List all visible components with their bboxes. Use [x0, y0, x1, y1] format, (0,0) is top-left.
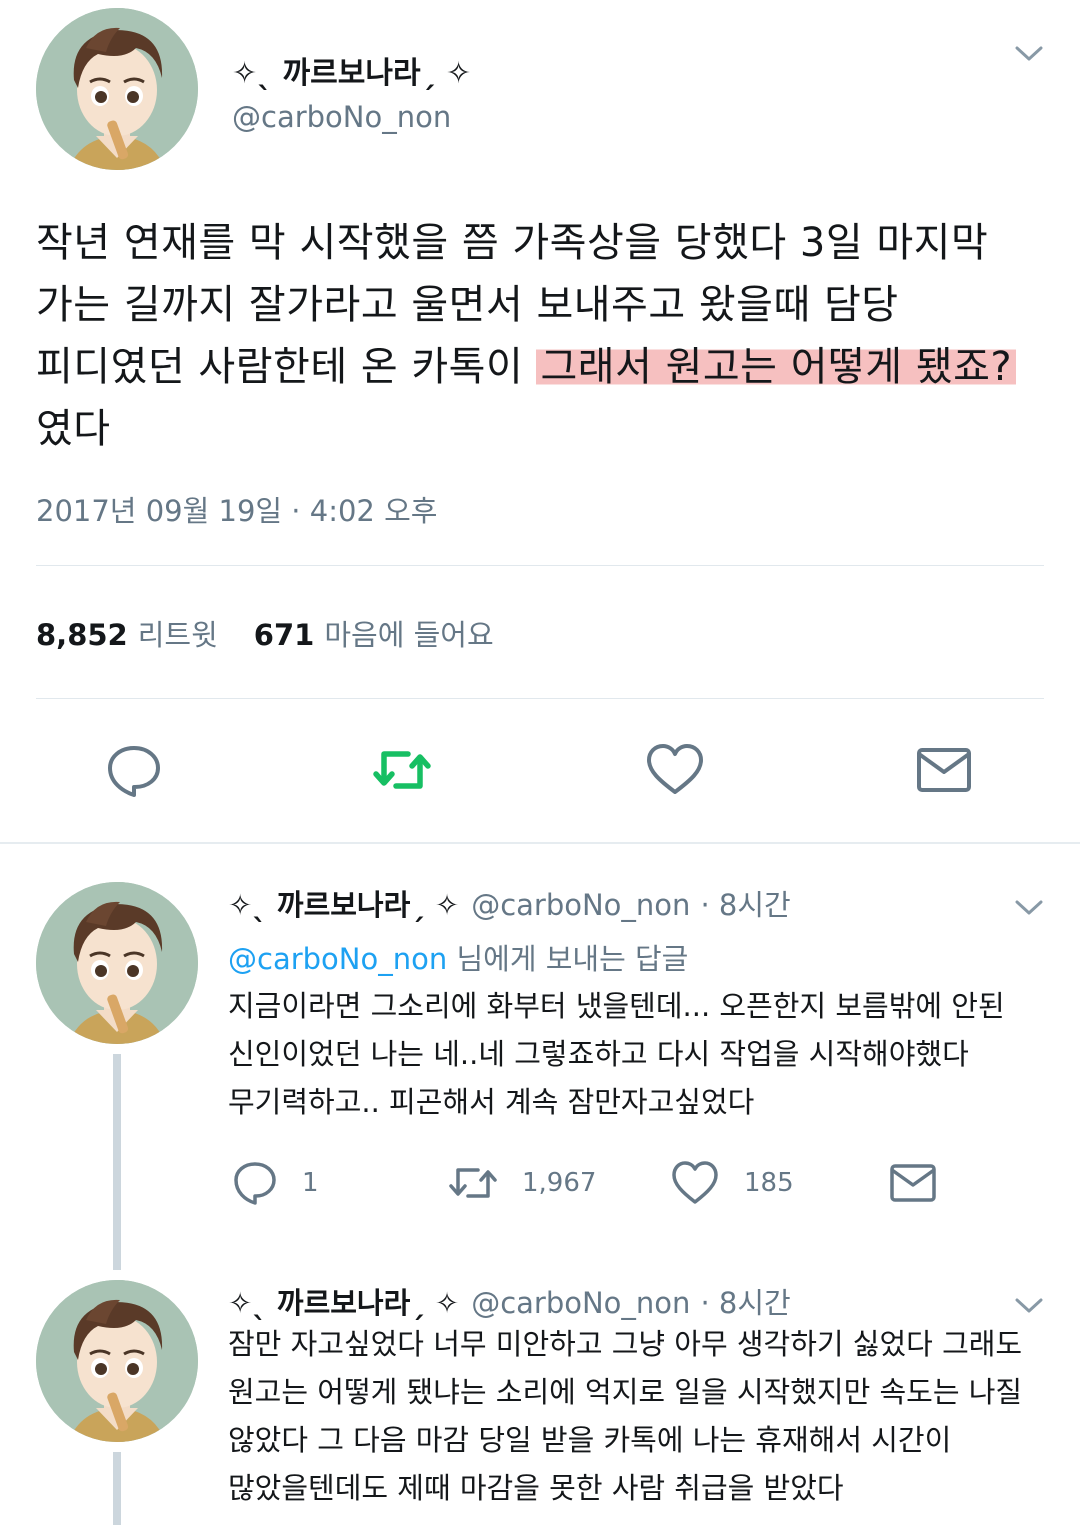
tweet-timestamp[interactable]: 2017년 09월 19일 · 4:02 오후 — [36, 488, 437, 530]
reply-text-line: 무기력하고.. 피곤해서 계속 잠만자고싶었다 — [228, 1085, 755, 1119]
display-name[interactable]: ✧ˎ 까르보나라ˏ ✧ — [228, 1286, 459, 1320]
divider — [36, 565, 1044, 566]
envelope-icon[interactable] — [914, 740, 974, 800]
tweet-stats: 8,852 리트윗 671 마음에 들어요 — [36, 612, 494, 654]
chevron-down-icon[interactable] — [1014, 898, 1044, 918]
user-handle[interactable]: @carboNo_non — [471, 888, 690, 922]
avatar[interactable] — [36, 8, 198, 170]
retweet-label[interactable]: 리트윗 — [138, 618, 218, 652]
avatar[interactable] — [36, 1280, 198, 1442]
user-handle[interactable]: @carboNo_non — [232, 100, 451, 134]
heart-icon[interactable] — [670, 1158, 720, 1208]
reply-header: ✧ˎ 까르보나라ˏ ✧ @carboNo_non · 8시간 — [228, 882, 791, 924]
reply-time[interactable]: · 8시간 — [700, 1286, 790, 1320]
tweet-text: 작년 연재를 막 시작했을 쯤 가족상을 당했다 3일 마지막 가는 길까지 잘… — [36, 212, 1046, 460]
reply-count[interactable]: 1 — [302, 1168, 319, 1198]
thread-line — [113, 1452, 121, 1525]
section-separator — [0, 842, 1080, 844]
like-label[interactable]: 마음에 들어요 — [324, 618, 493, 652]
tweet-text-line: 가는 길까지 잘가라고 울면서 보내주고 왔을때 담당 — [36, 282, 899, 328]
tweet-text-segment: 피디였던 사람한테 온 카톡이 — [36, 344, 537, 390]
reply-text-line: 원고는 어떻게 됐냐는 소리에 억지로 일을 시작했지만 속도는 나질 — [228, 1375, 1023, 1409]
main-tweet: ✧ˎ 까르보나라ˏ ✧ @carboNo_non 작년 연재를 막 시작했을 쯤… — [0, 0, 1080, 842]
reply-text: 잠만 자고싶었다 너무 미안하고 그냥 아무 생각하기 싫었다 그래도 원고는 … — [228, 1320, 1028, 1512]
tweet-text-line: 작년 연재를 막 시작했을 쯤 가족상을 당했다 3일 마지막 — [36, 220, 989, 266]
display-name[interactable]: ✧ˎ 까르보나라ˏ ✧ — [228, 888, 459, 922]
reply-bubble-icon[interactable] — [230, 1158, 280, 1208]
avatar-image — [36, 1280, 198, 1442]
heart-icon[interactable] — [645, 740, 705, 800]
reply-text-line: 잠만 자고싶었다 너무 미안하고 그냥 아무 생각하기 싫었다 그래도 — [228, 1327, 1023, 1361]
tweet-text-line: 였다 — [36, 406, 111, 452]
avatar-image — [36, 882, 198, 1044]
mention-link[interactable]: @carboNo_non — [228, 942, 447, 976]
reply-text-line: 지금이라면 그소리에 화부터 냈을텐데... 오픈한지 보름밖에 안된 — [228, 989, 1005, 1023]
user-handle[interactable]: @carboNo_non — [471, 1286, 690, 1320]
retweet-count[interactable]: 1,967 — [522, 1168, 596, 1198]
reply-bubble-icon[interactable] — [104, 740, 164, 800]
divider — [36, 698, 1044, 699]
avatar[interactable] — [36, 882, 198, 1044]
avatar-image — [36, 8, 198, 170]
reply-text-line: 많았을텐데도 제때 마감을 못한 사람 취급을 받았다 — [228, 1471, 844, 1505]
envelope-icon[interactable] — [888, 1158, 938, 1208]
retweet-icon[interactable] — [448, 1158, 498, 1208]
retweet-icon[interactable] — [372, 740, 432, 800]
thread-line — [113, 1054, 121, 1270]
reply-to-label: 님에게 보내는 답글 — [447, 942, 689, 976]
tweet-text-line: 피디였던 사람한테 온 카톡이 그래서 원고는 어떻게 됐죠? — [36, 336, 1046, 398]
display-name[interactable]: ✧ˎ 까르보나라ˏ ✧ — [232, 48, 471, 92]
reply-text-line: 신인이었던 나는 네..네 그렇죠하고 다시 작업을 시작해야했다 — [228, 1037, 969, 1071]
reply-to-line: @carboNo_non 님에게 보내는 답글 — [228, 936, 688, 978]
like-count[interactable]: 185 — [744, 1168, 794, 1198]
reply-time[interactable]: · 8시간 — [700, 888, 790, 922]
chevron-down-icon[interactable] — [1014, 44, 1044, 64]
like-count[interactable]: 671 — [254, 618, 315, 652]
reply-header: ✧ˎ 까르보나라ˏ ✧ @carboNo_non · 8시간 — [228, 1280, 791, 1322]
chevron-down-icon[interactable] — [1014, 1296, 1044, 1316]
reply-text: 지금이라면 그소리에 화부터 냈을텐데... 오픈한지 보름밖에 안된 신인이었… — [228, 982, 1028, 1126]
highlighted-text: 그래서 원고는 어떻게 됐죠? — [536, 344, 1017, 390]
reply-text-line: 않았다 그 다음 마감 당일 받을 카톡에 나는 휴재해서 시간이 — [228, 1423, 952, 1457]
retweet-count[interactable]: 8,852 — [36, 618, 128, 652]
